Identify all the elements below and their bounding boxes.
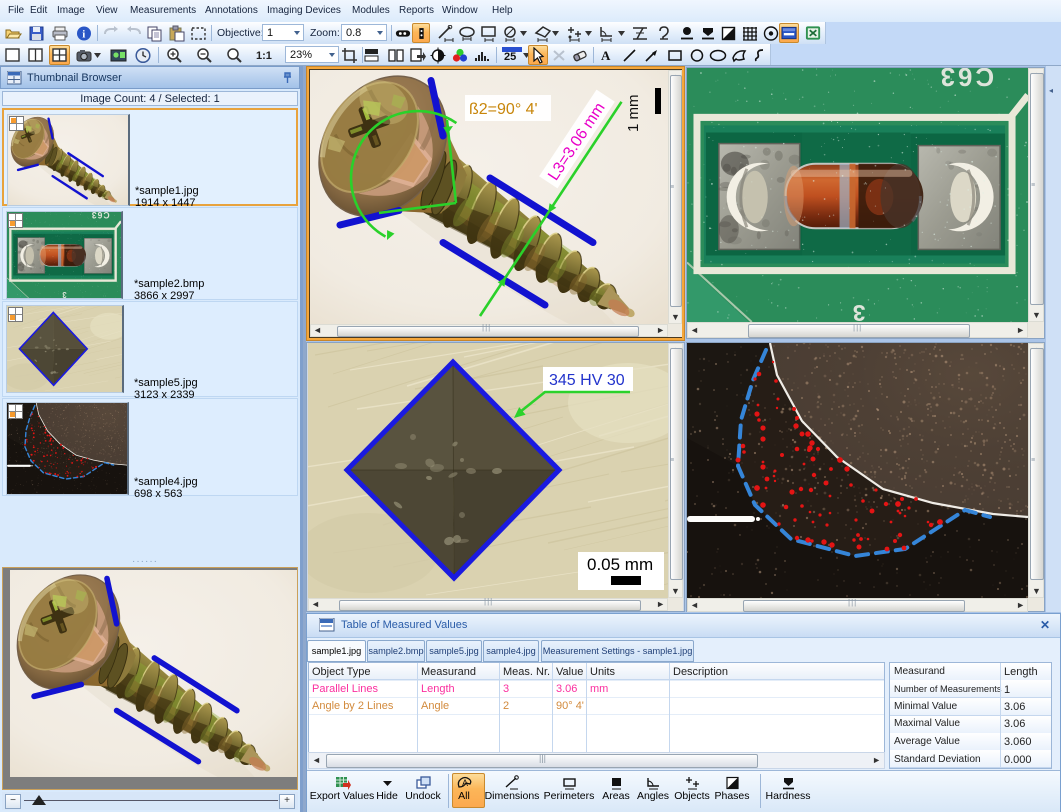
svg-text:1 mm: 1 mm <box>625 95 642 133</box>
svg-text:i: i <box>82 29 85 41</box>
svg-text:ß2=90° 4': ß2=90° 4' <box>469 101 538 118</box>
svg-text:A: A <box>462 778 468 788</box>
